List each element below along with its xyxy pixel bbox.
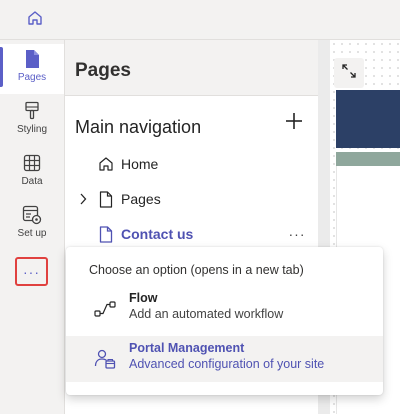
nav-item-contact-us[interactable]: Contact us ··· [65,219,318,249]
popup-header: Choose an option (opens in a new tab) [89,263,304,277]
home-button[interactable] [22,8,48,32]
nav-item-home[interactable]: Home [65,149,318,179]
page-icon [97,184,115,214]
chevron-right-icon[interactable] [77,184,89,214]
rail-item-setup[interactable]: Set up [0,200,64,250]
top-bar [0,0,400,40]
option-title: Flow [129,291,158,305]
more-button[interactable]: ··· [15,257,48,286]
more-horizontal-icon: ··· [23,263,40,280]
page-icon [21,48,43,70]
add-icon [285,112,303,135]
nav-item-label: Contact us [121,226,194,242]
nav-item-pages[interactable]: Pages [65,184,318,214]
active-indicator [0,47,3,87]
option-flow[interactable]: Flow Add an automated workflow [66,286,383,332]
rail-item-pages[interactable]: Pages [0,44,64,94]
rail-item-data[interactable]: Data [0,148,64,198]
rail-item-label: Set up [17,228,47,239]
left-rail: Pages Styling Data Set up ··· [0,40,64,414]
add-page-button[interactable] [282,111,306,135]
navigation-title: Main navigation [75,117,202,137]
panel-title: Pages [75,60,131,81]
table-icon [21,152,43,174]
settings-window-icon [21,204,43,226]
rail-item-label: Data [21,176,43,187]
rail-item-label: Pages [17,72,47,83]
option-subtitle: Advanced configuration of your site [129,357,325,371]
nav-item-label: Home [121,156,159,172]
page-icon [97,219,115,249]
options-popup: Choose an option (opens in a new tab) Fl… [66,247,383,395]
home-icon [97,149,115,179]
brush-icon [21,100,43,122]
expand-icon [341,63,357,84]
flow-icon [92,296,118,322]
option-title: Portal Management [129,341,245,355]
banner-stripe [336,152,400,166]
option-subtitle: Add an automated workflow [129,307,284,321]
nav-item-label: Pages [121,191,161,207]
more-options-icon[interactable]: ··· [287,219,307,249]
rail-item-styling[interactable]: Styling [0,96,64,146]
hero-banner [336,90,400,148]
expand-button[interactable] [334,58,364,88]
option-portal-management[interactable]: Portal Management Advanced configuration… [66,336,383,382]
rail-item-label: Styling [16,124,47,135]
home-icon [26,9,44,32]
portal-management-icon [92,346,118,372]
